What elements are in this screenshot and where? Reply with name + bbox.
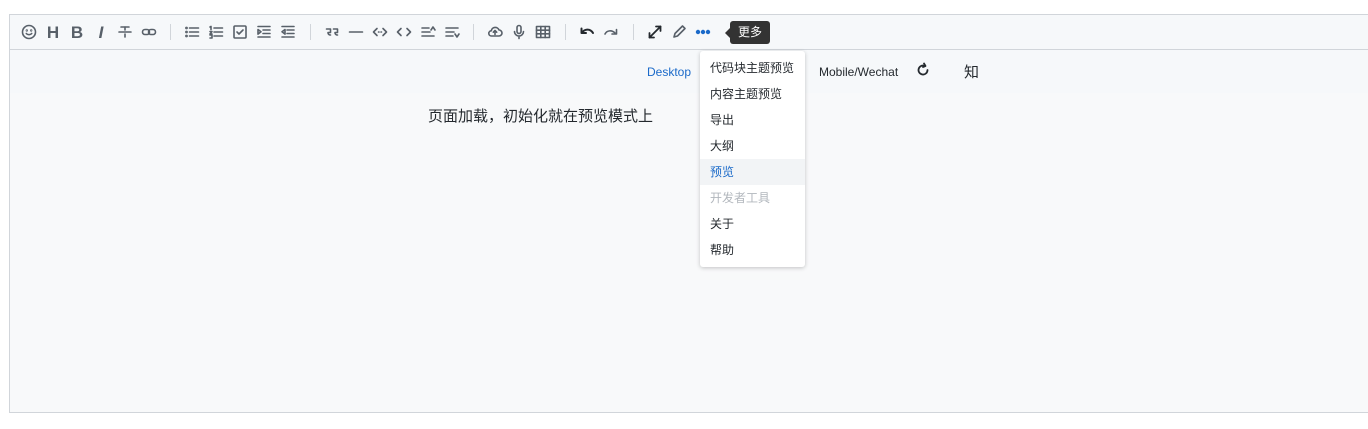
more-tooltip: 更多: [724, 21, 771, 44]
undo-icon[interactable]: [577, 22, 597, 42]
italic-icon[interactable]: I: [91, 22, 111, 42]
menu-item-about[interactable]: 关于: [700, 211, 805, 237]
ordered-list-icon[interactable]: [206, 22, 226, 42]
insert-before-icon[interactable]: [418, 22, 438, 42]
toolbar-separator: [170, 24, 171, 40]
bold-icon[interactable]: B: [67, 22, 87, 42]
heading-icon[interactable]: H: [43, 22, 63, 42]
toolbar-separator: [565, 24, 566, 40]
horizontal-rule-icon[interactable]: [346, 22, 366, 42]
desktop-preview-button[interactable]: Desktop: [647, 65, 691, 79]
preview-mode-bar: Desktop Mobile/Wechat 知: [10, 50, 1368, 94]
edit-mode-icon[interactable]: [669, 22, 689, 42]
menu-item-preview[interactable]: 预览: [700, 159, 805, 185]
menu-item-content-theme-preview[interactable]: 内容主题预览: [700, 81, 805, 107]
upload-icon[interactable]: [485, 22, 505, 42]
strikethrough-icon[interactable]: [115, 22, 135, 42]
content-paragraph: 页面加载，初始化就在预览模式上: [428, 107, 654, 125]
quote-icon[interactable]: [322, 22, 342, 42]
menu-item-export[interactable]: 导出: [700, 107, 805, 133]
link-icon[interactable]: [139, 22, 159, 42]
markdown-editor: H B I 更多 Desktop Mobile/Wechat 知 页面加载，初始…: [9, 14, 1368, 413]
toolbar-separator: [310, 24, 311, 40]
checklist-icon[interactable]: [230, 22, 250, 42]
more-icon[interactable]: [693, 22, 713, 42]
indent-icon[interactable]: [254, 22, 274, 42]
toolbar-separator: [633, 24, 634, 40]
preview-content: 页面加载，初始化就在预览模式上: [10, 93, 1368, 412]
redo-icon[interactable]: [601, 22, 621, 42]
mobile-preview-button[interactable]: Mobile/Wechat: [819, 65, 898, 79]
menu-item-outline[interactable]: 大纲: [700, 133, 805, 159]
insert-after-icon[interactable]: [442, 22, 462, 42]
more-dropdown-menu: 代码块主题预览 内容主题预览 导出 大纲 预览 开发者工具 关于 帮助: [700, 51, 805, 267]
microphone-icon[interactable]: [509, 22, 529, 42]
bullet-list-icon[interactable]: [182, 22, 202, 42]
inline-code-icon[interactable]: [370, 22, 390, 42]
fullscreen-icon[interactable]: [645, 22, 665, 42]
table-icon[interactable]: [533, 22, 553, 42]
outdent-icon[interactable]: [278, 22, 298, 42]
emoji-icon[interactable]: [19, 22, 39, 42]
toolbar: H B I 更多: [10, 15, 1368, 50]
code-block-icon[interactable]: [394, 22, 414, 42]
menu-item-code-theme-preview[interactable]: 代码块主题预览: [700, 55, 805, 81]
menu-item-help[interactable]: 帮助: [700, 237, 805, 263]
toolbar-separator: [473, 24, 474, 40]
menu-item-devtools: 开发者工具: [710, 191, 771, 205]
refresh-icon[interactable]: [913, 60, 933, 80]
zhihu-button[interactable]: 知: [964, 61, 979, 82]
